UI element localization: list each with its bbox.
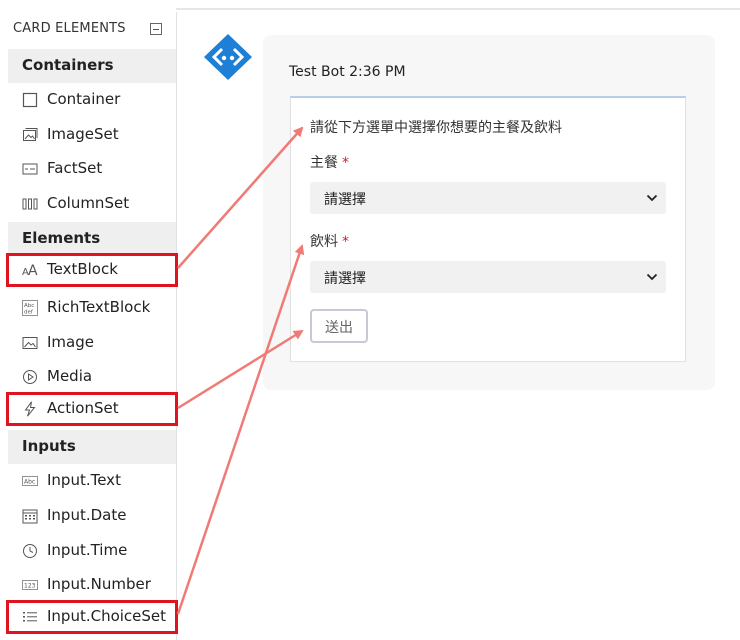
sidebar-item-label: Media — [47, 367, 93, 385]
clock-icon — [22, 543, 38, 559]
sidebar-item-label: ColumnSet — [47, 194, 130, 212]
chevron-down-icon — [646, 194, 658, 202]
sidebar-item-image[interactable]: Image — [8, 326, 176, 360]
sidebar-item-label: Input.Text — [47, 471, 121, 489]
sidebar-item-input-time[interactable]: Input.Time — [8, 534, 176, 568]
sidebar-item-columnset[interactable]: ColumnSet — [8, 187, 176, 221]
calendar-icon — [22, 508, 38, 524]
sidebar-item-label: ImageSet — [47, 125, 119, 143]
factset-icon — [22, 161, 38, 177]
richtextblock-icon: Abc def — [22, 300, 38, 316]
sidebar-item-label: Input.ChoiceSet — [47, 607, 167, 625]
sidebar-item-label: Input.Date — [47, 506, 127, 524]
textblock-icon: AA — [22, 262, 38, 279]
section-containers: Containers — [8, 49, 176, 83]
sidebar-item-imageset[interactable]: ImageSet — [8, 118, 176, 152]
input-text-icon: Abc — [22, 473, 38, 489]
number-icon: 123 — [22, 577, 38, 593]
main-dish-label: 主餐 * — [310, 152, 349, 172]
sidebar-item-actionset[interactable]: ActionSet — [6, 392, 178, 426]
section-label: Containers — [22, 56, 114, 74]
sidebar-item-label: RichTextBlock — [47, 298, 151, 316]
svg-text:def: def — [24, 310, 34, 316]
main-dish-select[interactable]: 請選擇 — [310, 182, 666, 214]
required-mark: * — [342, 155, 349, 171]
sidebar-item-input-number[interactable]: 123 Input.Number — [8, 568, 176, 602]
section-elements: Elements — [8, 222, 176, 256]
sidebar-item-label: Input.Number — [47, 575, 151, 593]
submit-button[interactable]: 送出 — [310, 309, 368, 343]
sidebar-item-textblock[interactable]: AA TextBlock — [6, 253, 178, 287]
sidebar-item-label: FactSet — [47, 159, 103, 177]
sidebar-item-label: Container — [47, 90, 121, 108]
submit-button-label: 送出 — [325, 320, 353, 336]
panel-header: CARD ELEMENTS — [0, 12, 176, 46]
sidebar-item-label: TextBlock — [47, 260, 118, 278]
collapse-icon[interactable] — [150, 23, 162, 35]
sidebar-item-label: Input.Time — [47, 541, 128, 559]
image-icon — [22, 335, 38, 351]
required-mark: * — [342, 234, 349, 250]
imageset-icon — [22, 127, 38, 143]
drink-label: 飲料 * — [310, 231, 349, 251]
main-dish-select-value: 請選擇 — [324, 192, 366, 208]
bot-avatar — [200, 32, 256, 82]
bot-message-header: Test Bot 2:36 PM — [289, 64, 406, 80]
card-elements-panel: CARD ELEMENTS Containers Container Image… — [0, 12, 178, 640]
media-icon — [22, 369, 38, 385]
sidebar-item-richtextblock[interactable]: Abc def RichTextBlock — [8, 291, 176, 325]
sidebar-item-label: ActionSet — [47, 399, 119, 417]
sidebar-item-input-date[interactable]: Input.Date — [8, 499, 176, 533]
svg-text:123: 123 — [24, 583, 36, 590]
svg-text:Abc: Abc — [24, 303, 34, 309]
list-icon — [22, 609, 38, 625]
container-icon — [22, 92, 38, 108]
section-label: Inputs — [22, 437, 76, 455]
sidebar-item-factset[interactable]: FactSet — [8, 152, 176, 186]
main-dish-label-text: 主餐 — [310, 155, 338, 171]
drink-select[interactable]: 請選擇 — [310, 261, 666, 293]
sidebar-item-media[interactable]: Media — [8, 360, 176, 394]
panel-title: CARD ELEMENTS — [13, 21, 126, 36]
sidebar-item-container[interactable]: Container — [8, 83, 176, 117]
svg-text:A: A — [28, 263, 38, 278]
top-divider — [176, 8, 740, 10]
card-instruction-text: 請從下方選單中選擇你想要的主餐及飲料 — [310, 120, 562, 136]
lightning-icon — [22, 401, 38, 417]
svg-text:Abc: Abc — [24, 479, 35, 486]
section-label: Elements — [22, 229, 101, 247]
sidebar-item-input-choiceset[interactable]: Input.ChoiceSet — [6, 600, 178, 634]
drink-select-value: 請選擇 — [324, 271, 366, 287]
section-inputs: Inputs — [8, 430, 176, 464]
sidebar-item-input-text[interactable]: Abc Input.Text — [8, 464, 176, 498]
chevron-down-icon — [646, 273, 658, 281]
sidebar-item-label: Image — [47, 333, 94, 351]
drink-label-text: 飲料 — [310, 234, 338, 250]
columnset-icon — [22, 196, 38, 212]
